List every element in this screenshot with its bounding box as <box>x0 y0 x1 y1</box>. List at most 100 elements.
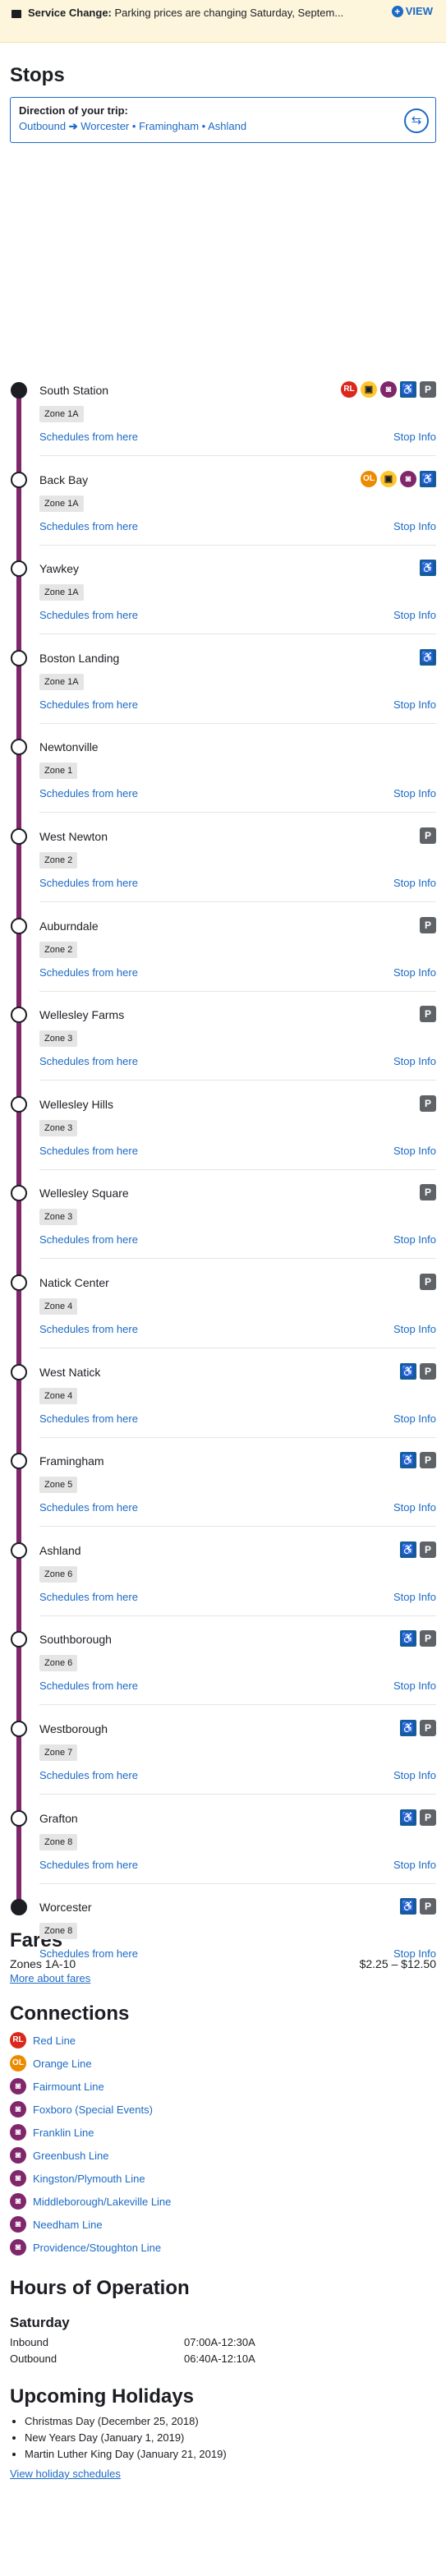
stop-row: West Newton P Zone 2 Schedules from here… <box>0 827 446 916</box>
connection-link[interactable]: ◙ Greenbush Line <box>10 2144 436 2167</box>
connection-link[interactable]: RL Red Line <box>10 2029 436 2052</box>
stop-name[interactable]: Boston Landing <box>39 652 119 665</box>
accessible-icon: ♿ <box>400 1452 416 1469</box>
stop-info-link[interactable]: Stop Info <box>393 1769 436 1781</box>
direction-via: Framingham <box>139 120 200 132</box>
connection-link[interactable]: OL Orange Line <box>10 2052 436 2075</box>
stop-info-link[interactable]: Stop Info <box>393 1412 436 1425</box>
stop-list: South Station RL ▣ ◙ ♿ P Zone 1A Schedules f… <box>0 381 446 1960</box>
view-holiday-schedules-link[interactable]: View holiday schedules <box>10 2468 436 2480</box>
stop-info-link[interactable]: Stop Info <box>393 609 436 621</box>
stop-name[interactable]: Southborough <box>39 1633 112 1646</box>
schedules-from-here-link[interactable]: Schedules from here <box>39 877 138 889</box>
alert-view-label: VIEW <box>405 5 433 17</box>
stop-features: RL ▣ ◙ ♿ P <box>341 381 436 398</box>
stop-row: Yawkey ♿ Zone 1A Schedules from here Sto… <box>0 560 446 648</box>
schedules-from-here-link[interactable]: Schedules from here <box>39 1323 138 1335</box>
schedules-from-here-link[interactable]: Schedules from here <box>39 787 138 800</box>
stop-info-link[interactable]: Stop Info <box>393 1859 436 1871</box>
stop-info-link[interactable]: Stop Info <box>393 698 436 711</box>
stop-info-link[interactable]: Stop Info <box>393 1947 436 1960</box>
stop-name[interactable]: Ashland <box>39 1544 81 1557</box>
connection-label: Orange Line <box>33 2057 92 2070</box>
stop-name[interactable]: Worcester <box>39 1901 92 1914</box>
plus-icon: + <box>391 6 403 17</box>
divider <box>39 1615 436 1616</box>
direction-selector[interactable]: Direction of your trip: Outbound ➔ Worce… <box>10 97 436 143</box>
alert-text: Parking prices are changing Saturday, Se… <box>114 7 344 19</box>
connection-link[interactable]: ◙ Franklin Line <box>10 2121 436 2144</box>
stop-name[interactable]: Framingham <box>39 1454 104 1468</box>
connection-link[interactable]: ◙ Needham Line <box>10 2213 436 2236</box>
zone-badge: Zone 4 <box>39 1298 78 1315</box>
stop-name[interactable]: Auburndale <box>39 919 99 933</box>
stop-info-link[interactable]: Stop Info <box>393 520 436 532</box>
connection-link[interactable]: ◙ Middleborough/Lakeville Line <box>10 2190 436 2213</box>
stop-info-link[interactable]: Stop Info <box>393 1591 436 1603</box>
parking-icon: P <box>420 1362 436 1380</box>
stop-name[interactable]: Wellesley Hills <box>39 1098 113 1111</box>
stop-name[interactable]: Natick Center <box>39 1276 109 1289</box>
parking-icon: P <box>420 916 436 933</box>
stop-name[interactable]: Grafton <box>39 1812 78 1825</box>
stop-row: Grafton ♿ P Zone 8 Schedules from here St… <box>0 1809 446 1898</box>
stop-info-link[interactable]: Stop Info <box>393 877 436 889</box>
stop-marker <box>11 828 27 845</box>
stop-info-link[interactable]: Stop Info <box>393 1145 436 1157</box>
connection-link[interactable]: ◙ Fairmount Line <box>10 2075 436 2098</box>
swap-direction-icon[interactable]: ⇆ <box>404 108 429 133</box>
schedules-from-here-link[interactable]: Schedules from here <box>39 1145 138 1157</box>
stop-name[interactable]: Back Bay <box>39 473 88 486</box>
stop-name[interactable]: Wellesley Farms <box>39 1008 124 1021</box>
stop-marker <box>11 382 27 399</box>
stop-info-link[interactable]: Stop Info <box>393 1323 436 1335</box>
schedules-from-here-link[interactable]: Schedules from here <box>39 520 138 532</box>
stop-info-link[interactable]: Stop Info <box>393 1680 436 1692</box>
stop-name[interactable]: South Station <box>39 384 108 397</box>
parking-icon: P <box>420 381 436 398</box>
accessible-icon: ♿ <box>400 1809 416 1826</box>
schedules-from-here-link[interactable]: Schedules from here <box>39 1947 138 1960</box>
stop-info-link[interactable]: Stop Info <box>393 431 436 443</box>
connection-link[interactable]: ◙ Foxboro (Special Events) <box>10 2098 436 2121</box>
schedules-from-here-link[interactable]: Schedules from here <box>39 1769 138 1781</box>
schedules-from-here-link[interactable]: Schedules from here <box>39 1859 138 1871</box>
alert-view-button[interactable]: + VIEW <box>391 5 433 17</box>
stop-info-link[interactable]: Stop Info <box>393 1233 436 1246</box>
schedules-from-here-link[interactable]: Schedules from here <box>39 966 138 979</box>
holidays-section: Christmas Day (December 25, 2018)New Yea… <box>10 2413 436 2480</box>
zone-badge: Zone 6 <box>39 1565 78 1583</box>
commuter-rail-icon: ◙ <box>10 2239 26 2256</box>
stop-info-link[interactable]: Stop Info <box>393 966 436 979</box>
schedules-from-here-link[interactable]: Schedules from here <box>39 1591 138 1603</box>
stop-name[interactable]: Yawkey <box>39 562 79 575</box>
inbound-label: Inbound <box>10 2336 48 2348</box>
zone-badge: Zone 6 <box>39 1655 78 1672</box>
connection-link[interactable]: ◙ Kingston/Plymouth Line <box>10 2167 436 2190</box>
schedules-from-here-link[interactable]: Schedules from here <box>39 698 138 711</box>
schedules-from-here-link[interactable]: Schedules from here <box>39 1412 138 1425</box>
stop-row: Wellesley Square P Zone 3 Schedules from… <box>0 1184 446 1273</box>
holidays-heading: Upcoming Holidays <box>10 2385 195 2408</box>
stop-name[interactable]: West Newton <box>39 830 108 843</box>
stop-info-link[interactable]: Stop Info <box>393 1055 436 1067</box>
stop-info-link[interactable]: Stop Info <box>393 787 436 800</box>
schedules-from-here-link[interactable]: Schedules from here <box>39 1233 138 1246</box>
alert-title: Service Change: <box>28 7 112 19</box>
schedules-from-here-link[interactable]: Schedules from here <box>39 431 138 443</box>
connection-link[interactable]: ◙ Providence/Stoughton Line <box>10 2236 436 2259</box>
schedules-from-here-link[interactable]: Schedules from here <box>39 1055 138 1067</box>
schedules-from-here-link[interactable]: Schedules from here <box>39 609 138 621</box>
accessible-icon: ♿ <box>420 648 436 666</box>
stop-name[interactable]: West Natick <box>39 1366 100 1379</box>
connection-label: Foxboro (Special Events) <box>33 2103 153 2116</box>
stop-name[interactable]: Newtonville <box>39 740 99 753</box>
parking-icon: P <box>420 1184 436 1201</box>
stop-name[interactable]: Westborough <box>39 1722 108 1735</box>
schedules-from-here-link[interactable]: Schedules from here <box>39 1501 138 1514</box>
stop-marker <box>11 1095 27 1113</box>
connection-label: Providence/Stoughton Line <box>33 2241 162 2254</box>
stop-info-link[interactable]: Stop Info <box>393 1501 436 1514</box>
schedules-from-here-link[interactable]: Schedules from here <box>39 1680 138 1692</box>
stop-name[interactable]: Wellesley Square <box>39 1187 129 1200</box>
